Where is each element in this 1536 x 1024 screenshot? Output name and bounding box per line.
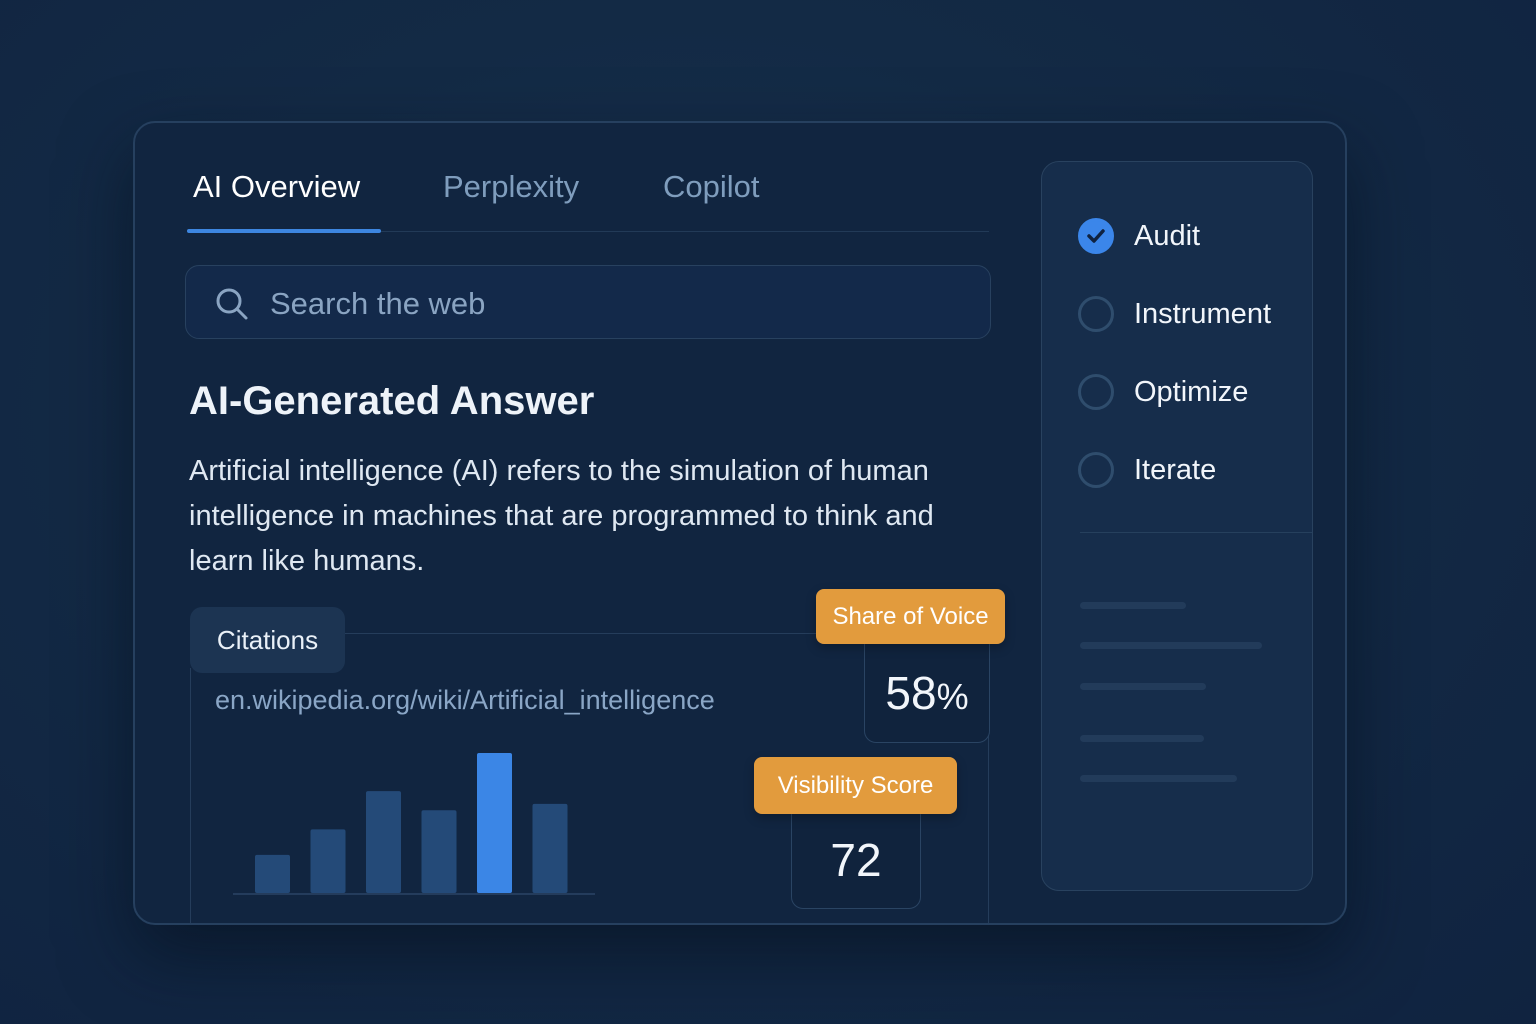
step-instrument[interactable]: Instrument <box>1078 293 1271 335</box>
active-tab-indicator <box>187 229 381 233</box>
chart-bar <box>477 753 512 893</box>
step-label-optimize: Optimize <box>1134 375 1249 408</box>
share-of-voice-label: Share of Voice <box>816 589 1005 644</box>
placeholder-line <box>1080 735 1204 742</box>
step-optimize[interactable]: Optimize <box>1078 371 1248 413</box>
placeholder-line <box>1080 602 1186 609</box>
share-of-voice-number: 58 <box>885 667 937 719</box>
citations-border-left <box>190 668 191 923</box>
step-iterate[interactable]: Iterate <box>1078 449 1216 491</box>
step-label-audit: Audit <box>1134 219 1201 252</box>
chart-bar <box>532 803 568 893</box>
panel-divider <box>1080 532 1312 533</box>
empty-circle-icon <box>1078 452 1114 488</box>
answer-text: Artificial intelligence (AI) refers to t… <box>189 455 934 577</box>
search-bar[interactable] <box>185 265 991 339</box>
chart-bar <box>421 810 457 893</box>
tab-perplexity[interactable]: Perplexity <box>443 169 579 205</box>
tab-copilot[interactable]: Copilot <box>663 169 760 205</box>
tab-bar: AI Overview Perplexity Copilot <box>187 165 989 233</box>
step-audit[interactable]: Audit <box>1078 215 1200 257</box>
share-of-voice-value: 58% <box>864 666 990 720</box>
citations-label: Citations <box>190 607 345 673</box>
step-label-iterate: Iterate <box>1134 453 1217 486</box>
citations-divider <box>340 633 820 634</box>
citation-link[interactable]: en.wikipedia.org/wiki/Artificial_intelli… <box>215 685 715 716</box>
bar-chart <box>233 753 595 895</box>
visibility-score-label: Visibility Score <box>754 757 957 814</box>
share-of-voice-unit: % <box>936 676 969 717</box>
check-icon <box>1078 218 1114 254</box>
search-icon <box>216 288 248 320</box>
tab-ai-overview[interactable]: AI Overview <box>193 169 360 205</box>
visibility-score-value: 72 <box>830 834 882 886</box>
chart-bar <box>366 791 401 893</box>
placeholder-line <box>1080 683 1206 690</box>
chart-bar <box>310 829 346 893</box>
empty-circle-icon <box>1078 374 1114 410</box>
placeholder-line <box>1080 775 1237 782</box>
placeholder-line <box>1080 642 1262 649</box>
empty-circle-icon <box>1078 296 1114 332</box>
search-input[interactable] <box>268 280 962 328</box>
chart-bar <box>255 854 290 893</box>
step-label-instrument: Instrument <box>1134 297 1271 330</box>
answer-title: AI-Generated Answer <box>189 379 595 423</box>
steps-panel: Audit Instrument Optimize Iterate <box>1041 161 1313 891</box>
app-window: AI Overview Perplexity Copilot AI-Genera… <box>133 121 1347 925</box>
